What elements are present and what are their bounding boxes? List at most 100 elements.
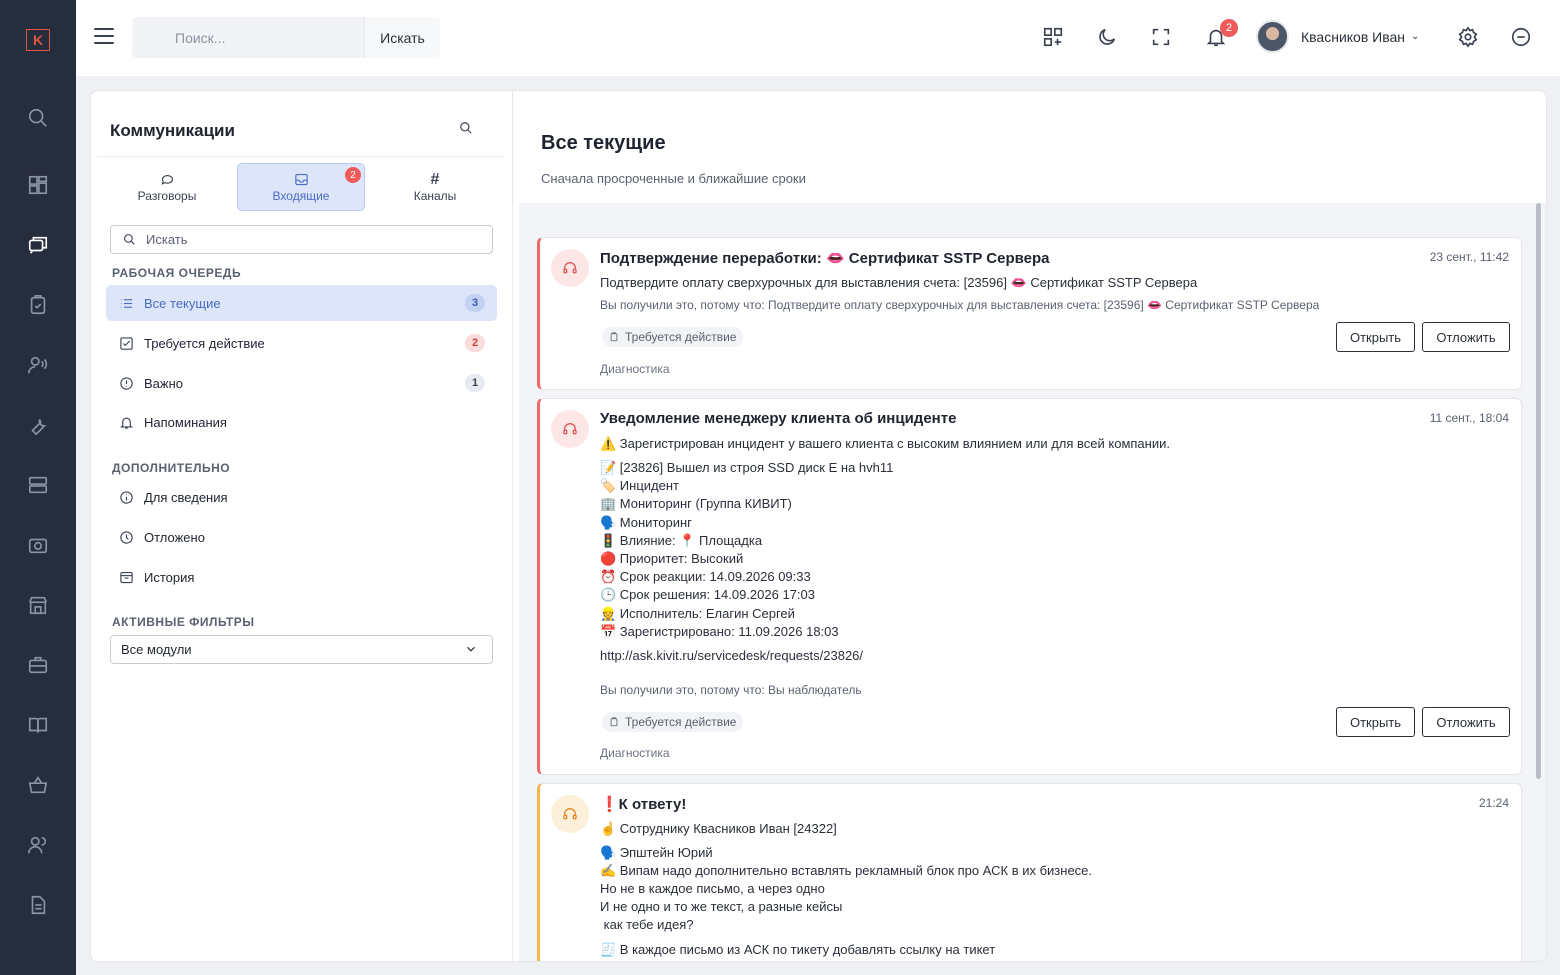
menu-icon[interactable]	[94, 28, 114, 48]
server-icon[interactable]	[24, 471, 52, 499]
dashboard-icon[interactable]	[24, 171, 52, 199]
basket-icon[interactable]	[24, 771, 52, 799]
left-rail: K	[0, 0, 76, 975]
nav-label: Все текущие	[144, 295, 221, 311]
nav-all-current[interactable]: Все текущие 3	[106, 285, 497, 321]
document-icon[interactable]	[24, 891, 52, 919]
gear-icon[interactable]	[1455, 24, 1481, 50]
chat-bubble-icon[interactable]	[1508, 24, 1534, 50]
search-icon[interactable]	[459, 121, 475, 137]
nav-reminders[interactable]: Напоминания	[106, 404, 497, 440]
users-icon[interactable]	[24, 831, 52, 859]
page-title: Все текущие	[541, 132, 666, 154]
card-time: 23 сент., 11:42	[1429, 250, 1509, 264]
sidebar-filter-input[interactable]: Искать	[110, 225, 493, 254]
clipboard-icon[interactable]	[24, 291, 52, 319]
count-badge: 3	[465, 294, 485, 312]
book-icon[interactable]	[24, 711, 52, 739]
status-badge: Требуется действие	[602, 327, 744, 347]
wrench-icon[interactable]	[24, 411, 52, 439]
logo-icon[interactable]: K	[26, 29, 50, 51]
nav-for-info[interactable]: Для сведения	[106, 479, 497, 515]
global-search: Поиск... Искать	[132, 17, 440, 58]
card-line: 🗣️ Мониторинг	[600, 515, 692, 530]
card-line: 🕒 Срок решения: 14.09.2026 17:03	[600, 587, 815, 602]
top-bar: Поиск... Искать 2 Квасников Иван ⌄	[76, 0, 1560, 76]
global-search-button[interactable]: Искать	[364, 17, 440, 58]
fullscreen-icon[interactable]	[1148, 24, 1174, 50]
message-card[interactable]: ❗К ответу! 21:24 ☝️ Сотруднику Квасников…	[537, 783, 1522, 961]
tab-label: Входящие	[272, 188, 330, 203]
clipboard-icon	[610, 332, 618, 342]
chevron-down-icon: ⌄	[1411, 31, 1420, 42]
global-search-input[interactable]: Поиск...	[132, 17, 364, 58]
card-category: Диагностика	[600, 362, 670, 376]
card-link[interactable]: http://ask.kivit.ru/servicedesk/requests…	[600, 648, 863, 663]
search-icon	[124, 234, 135, 245]
nav-label: Важно	[144, 375, 184, 391]
page-subtitle: Сначала просроченные и ближайшие сроки	[541, 171, 806, 186]
postpone-button[interactable]: Отложить	[1422, 707, 1510, 737]
open-button[interactable]: Открыть	[1336, 322, 1415, 352]
nav-postponed[interactable]: Отложено	[106, 519, 497, 555]
chat-icon	[161, 174, 173, 185]
briefcase-icon[interactable]	[24, 651, 52, 679]
nav-label: Для сведения	[144, 489, 228, 505]
status-badge: Требуется действие	[602, 712, 744, 732]
card-title: Уведомление менеджеру клиента об инциден…	[600, 410, 957, 427]
sidebar-tabs: Разговоры Входящие 2 # Каналы	[97, 163, 505, 211]
nav-history[interactable]: История	[106, 559, 497, 595]
user-menu[interactable]: Квасников Иван ⌄	[1256, 20, 1419, 53]
open-button[interactable]: Открыть	[1336, 707, 1415, 737]
info-icon	[120, 490, 133, 504]
module-select[interactable]: Все модули	[110, 635, 493, 664]
sidebar-title: Коммуникации	[110, 121, 235, 140]
scrollbar[interactable]	[1536, 203, 1541, 779]
card-line: как тебе идея?	[600, 917, 694, 932]
chat-icon[interactable]	[24, 231, 52, 259]
nav-important[interactable]: Важно 1	[106, 365, 497, 401]
card-line: 📅 Зарегистрировано: 11.09.2026 18:03	[600, 624, 839, 639]
postpone-button[interactable]: Отложить	[1422, 322, 1510, 352]
card-body: Подтвердите оплату сверхурочных для выст…	[600, 275, 1198, 290]
apps-icon[interactable]	[1040, 24, 1066, 50]
tab-conversations[interactable]: Разговоры	[103, 163, 231, 211]
communications-sidebar: Коммуникации Разговоры Входящие 2 # Кана…	[91, 91, 513, 961]
headset-icon	[551, 410, 589, 448]
card-time: 11 сент., 18:04	[1429, 411, 1509, 425]
card-line: 🧾 В каждое письмо из АСК по тикету добав…	[600, 942, 996, 957]
dark-mode-icon[interactable]	[1094, 24, 1120, 50]
support-agent-icon[interactable]	[24, 351, 52, 379]
list-icon	[120, 298, 133, 308]
tab-channels[interactable]: # Каналы	[371, 163, 499, 211]
tab-label: Каналы	[413, 188, 457, 203]
bell-icon	[120, 417, 133, 429]
status-badge-label: Требуется действие	[625, 715, 737, 729]
notifications-badge: 2	[1220, 19, 1238, 37]
message-card[interactable]: Уведомление менеджеру клиента об инциден…	[537, 398, 1522, 775]
nav-label: Отложено	[144, 529, 205, 545]
nav-label: История	[144, 569, 195, 585]
nav-action-required[interactable]: Требуется действие 2	[106, 325, 497, 361]
user-name: Квасников Иван	[1301, 28, 1406, 45]
tab-inbox[interactable]: Входящие 2	[237, 163, 365, 211]
card-line: ☝️ Сотруднику Квасников Иван [24322]	[600, 821, 837, 836]
card-line: И не одно и то же текст, а разные кейсы	[600, 899, 843, 914]
search-icon[interactable]	[24, 104, 52, 132]
section-active-filters: АКТИВНЫЕ ФИЛЬТРЫ	[112, 615, 255, 629]
camera-icon[interactable]	[24, 531, 52, 559]
section-work-queue: РАБОЧАЯ ОЧЕРЕДЬ	[112, 266, 242, 280]
chevron-down-icon	[464, 642, 478, 659]
inbox-icon	[294, 173, 308, 185]
card-title: ❗К ответу!	[600, 796, 687, 813]
clipboard-icon	[610, 717, 618, 727]
message-card[interactable]: Подтверждение переработки: 👄 Сертификат …	[537, 237, 1522, 390]
card-line: 🏷️ Инцидент	[600, 478, 679, 493]
nav-label: Требуется действие	[144, 335, 265, 351]
main-panel: Коммуникации Разговоры Входящие 2 # Кана…	[90, 90, 1547, 962]
archive-icon	[120, 571, 133, 583]
filter-placeholder: Искать	[146, 232, 188, 247]
module-select-value: Все модули	[121, 642, 192, 657]
store-icon[interactable]	[24, 591, 52, 619]
card-category: Диагностика	[600, 746, 670, 760]
